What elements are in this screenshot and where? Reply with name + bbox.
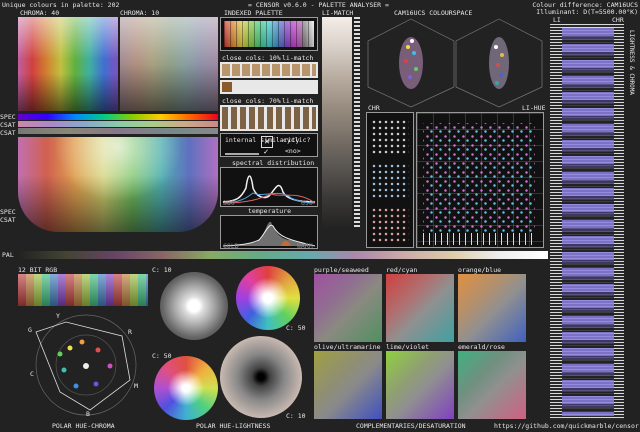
- chr-label: CHR: [368, 104, 380, 112]
- chr-panel: [366, 112, 414, 248]
- polar-hue-chroma-plot: G Y R C M B: [26, 310, 146, 420]
- polar-hue-chroma-svg: [35, 314, 137, 416]
- hue-letter-r: R: [128, 328, 132, 336]
- close-cols-10-grid-2: [220, 80, 318, 94]
- wheel-c10-a: [160, 272, 228, 340]
- chr-scatter-2: [371, 163, 409, 199]
- close-cols-70-label: close cols: 70%: [222, 97, 281, 105]
- palette-strip: [18, 251, 548, 259]
- chr-scatter-3: [371, 207, 409, 243]
- li-column-label: LI: [553, 16, 561, 24]
- olive-ultramarine-map: [314, 351, 382, 419]
- hue-letter-m: M: [134, 382, 138, 390]
- cyclic-value: <no>: [285, 147, 301, 155]
- app-title: = CENSOR v0.6.0 - PALETTE ANALYSER =: [248, 1, 389, 9]
- chroma-40-label: CHROMA: 40: [20, 9, 60, 17]
- li-match-70-label: li-match: [282, 97, 314, 105]
- li-match-column: [322, 17, 352, 229]
- li-hue-label: LI-HUE: [522, 104, 546, 112]
- chroma-10-label: CHROMA: 10: [120, 9, 160, 17]
- complementaries-label: COMPLEMENTARIES/DESATURATION: [356, 422, 466, 430]
- hue-letter-y: Y: [56, 312, 60, 320]
- close-cols-70-grid: [220, 105, 318, 131]
- range-high: 650: [301, 199, 313, 207]
- cold-label: COLD: [223, 242, 239, 250]
- censor-palette-analyser: { "header": { "unique_colours": "Unique …: [0, 0, 640, 432]
- red-cyan-label: red/cyan: [386, 266, 418, 274]
- polar-hue-chroma-label: POLAR HUE-CHROMA: [52, 422, 115, 430]
- orange-blue-map: [458, 274, 526, 342]
- illuminant-label: Illuminant: D(T=5500.00°K): [536, 8, 638, 16]
- check-icon: ✓: [263, 147, 269, 156]
- indexed-palette-label: INDEXED PALETTE: [224, 9, 283, 17]
- spectrum-strip: [18, 114, 218, 120]
- c50-label-b: C: 50: [152, 352, 172, 360]
- spectral-distribution-plot: 380 650: [220, 167, 318, 207]
- orange-blue-label: orange/blue: [458, 266, 502, 274]
- lime-violet-map: [386, 351, 454, 419]
- palette-swatches: [224, 21, 314, 47]
- range-low: 380: [223, 199, 235, 207]
- li-hue-panel: [416, 112, 544, 248]
- spectral-distribution-label: spectral distribution: [232, 159, 315, 167]
- pal-label: PAL: [2, 251, 14, 259]
- cam16ucs-3d-views: [367, 18, 543, 108]
- warm-label: WARM: [297, 242, 313, 250]
- spec-label-1: SPEC: [0, 113, 16, 121]
- unique-colours-count: Unique colours in palette: 202: [2, 1, 120, 9]
- polar-hue-lightness-label: POLAR HUE-LIGHTNESS: [196, 422, 271, 430]
- close-cols-10-grid: [220, 62, 318, 78]
- emerald-rose-map: [458, 351, 526, 419]
- lightness-chroma-bars: [550, 24, 624, 420]
- close-cols-10-label: close cols: 10%: [222, 54, 281, 62]
- purple-seaweed-label: purple/seaweed: [314, 266, 369, 274]
- cyclic-label: cyclic?: [283, 136, 311, 144]
- spec-label-2: SPEC: [0, 208, 16, 216]
- wheel-c50-b: [154, 356, 218, 420]
- cam16ucs-label: CAM16UCS COLOURSPACE: [394, 9, 473, 17]
- lime-violet-label: lime/violet: [386, 343, 430, 351]
- purple-seaweed-map: [314, 274, 382, 342]
- wheel-c10-b: [220, 336, 302, 418]
- github-link[interactable]: https://github.com/quickmarble/censor: [494, 422, 639, 430]
- emerald-rose-label: emerald/rose: [458, 343, 505, 351]
- csat-strip-1: [18, 121, 218, 127]
- li-match-ticks: [354, 17, 360, 229]
- hue-lightness-blob: [18, 137, 218, 232]
- hue-letter-g: G: [28, 326, 32, 334]
- rgb12-label: 12 BIT RGB: [18, 266, 58, 274]
- similarity-bar: [225, 153, 259, 155]
- rgb12-grid: [18, 274, 148, 306]
- indexed-palette: [220, 17, 318, 51]
- c10-label-b: C: 10: [286, 412, 306, 420]
- li-match-label: LI-MATCH: [322, 9, 354, 17]
- chr-scatter-1: [371, 119, 409, 155]
- csat-label-1: CSAT: [0, 121, 16, 129]
- similarity-panel: internal similarity cyclic? <no> ✕ ✓: [220, 133, 318, 157]
- csat-strip-2: [18, 128, 218, 134]
- li-hue-scatter: [423, 123, 535, 233]
- temperature-plot: COLD WARM: [220, 215, 318, 250]
- li-match-10-label: li-match: [282, 54, 314, 62]
- c50-label-a: C: 50: [286, 324, 306, 332]
- olive-ultramarine-label: olive/ultramarine: [314, 343, 381, 351]
- wheel-c50-a: [236, 266, 300, 330]
- li-hue-bars: [423, 233, 535, 245]
- lightness-chroma-label: LIGHTNESS & CHROMA: [628, 30, 635, 96]
- cam16ucs-panel: [366, 17, 544, 109]
- hue-letter-c: C: [30, 370, 34, 378]
- temperature-label: temperature: [248, 207, 292, 215]
- hue-letter-b: B: [86, 410, 90, 418]
- csat-label-2: CSAT: [0, 129, 16, 137]
- hue-triangles: [562, 28, 614, 416]
- chr-column-label: CHR: [612, 16, 624, 24]
- chroma-10-map: [120, 17, 218, 111]
- red-cyan-map: [386, 274, 454, 342]
- csat-label-3: CSAT: [0, 216, 16, 224]
- c10-label-a: C: 10: [152, 266, 172, 274]
- chroma-40-map: [18, 17, 118, 111]
